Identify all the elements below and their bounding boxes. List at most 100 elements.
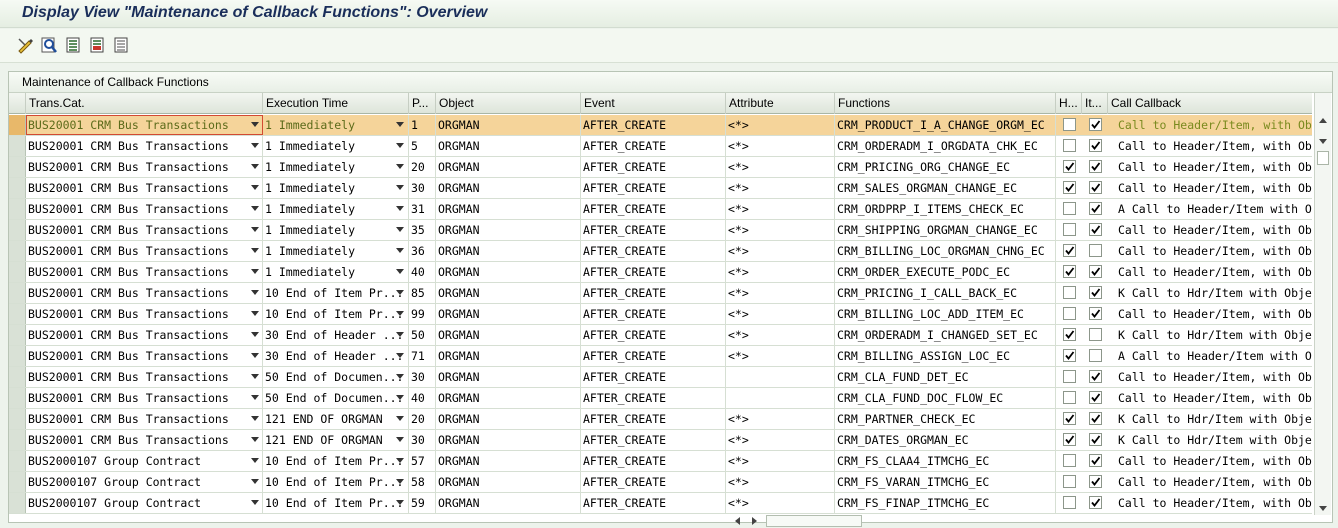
table-row[interactable]: BUS2000107 Group Contract 10 End of Item … bbox=[9, 451, 1312, 472]
position-cell[interactable]: 99 bbox=[409, 304, 436, 324]
call-callback-cell[interactable]: Call to Header/Item, with Ob bbox=[1117, 178, 1312, 198]
attribute-cell[interactable]: <*> bbox=[726, 472, 835, 492]
attribute-cell[interactable]: <*> bbox=[726, 220, 835, 240]
item-flag-checkbox[interactable] bbox=[1089, 118, 1102, 131]
object-cell[interactable]: ORGMAN bbox=[436, 367, 581, 387]
header-flag-checkbox[interactable] bbox=[1063, 160, 1076, 173]
row-selector[interactable] bbox=[9, 472, 26, 492]
dropdown-arrow-icon[interactable] bbox=[396, 479, 404, 484]
dropdown-arrow-icon[interactable] bbox=[396, 122, 404, 127]
trans-cat-cell[interactable]: BUS20001 CRM Bus Transactions bbox=[26, 283, 263, 303]
dropdown-arrow-icon[interactable] bbox=[251, 374, 259, 379]
trans-cat-cell[interactable]: BUS20001 CRM Bus Transactions bbox=[26, 136, 263, 156]
trans-cat-cell[interactable]: BUS20001 CRM Bus Transactions bbox=[26, 115, 263, 135]
position-cell[interactable]: 57 bbox=[409, 451, 436, 471]
dropdown-arrow-icon[interactable] bbox=[396, 185, 404, 190]
dropdown-arrow-icon[interactable] bbox=[251, 122, 259, 127]
object-cell[interactable]: ORGMAN bbox=[436, 472, 581, 492]
call-callback-cell[interactable]: K Call to Hdr/Item with Objec bbox=[1117, 283, 1312, 303]
item-flag-checkbox[interactable] bbox=[1089, 349, 1102, 362]
execution-time-cell[interactable]: 1 Immediately bbox=[263, 157, 409, 177]
call-callback-cell[interactable]: K Call to Hdr/Item with Objec bbox=[1117, 409, 1312, 429]
item-flag-checkbox[interactable] bbox=[1089, 433, 1102, 446]
event-cell[interactable]: AFTER_CREATE bbox=[581, 136, 726, 156]
table-row[interactable]: BUS20001 CRM Bus Transactions 30 End of H… bbox=[9, 346, 1312, 367]
dropdown-arrow-icon[interactable] bbox=[251, 395, 259, 400]
event-cell[interactable]: AFTER_CREATE bbox=[581, 493, 726, 513]
dropdown-arrow-icon[interactable] bbox=[251, 143, 259, 148]
header-flag-checkbox[interactable] bbox=[1063, 391, 1076, 404]
attribute-cell[interactable]: <*> bbox=[726, 199, 835, 219]
dropdown-arrow-icon[interactable] bbox=[396, 395, 404, 400]
attribute-cell[interactable]: <*> bbox=[726, 178, 835, 198]
header-flag-checkbox[interactable] bbox=[1063, 370, 1076, 383]
call-callback-cell[interactable]: K Call to Hdr/Item with Objec bbox=[1117, 325, 1312, 345]
col-header-execution-time[interactable]: Execution Time bbox=[263, 93, 409, 114]
trans-cat-cell[interactable]: BUS20001 CRM Bus Transactions bbox=[26, 409, 263, 429]
execution-time-cell[interactable]: 1 Immediately bbox=[263, 136, 409, 156]
trans-cat-cell[interactable]: BUS20001 CRM Bus Transactions bbox=[26, 346, 263, 366]
position-cell[interactable]: 30 bbox=[409, 430, 436, 450]
call-callback-cell[interactable]: A Call to Header/Item with Ob bbox=[1117, 199, 1312, 219]
dropdown-arrow-icon[interactable] bbox=[251, 185, 259, 190]
col-header-position[interactable]: P... bbox=[409, 93, 436, 114]
dropdown-arrow-icon[interactable] bbox=[396, 206, 404, 211]
execution-time-cell[interactable]: 1 Immediately bbox=[263, 178, 409, 198]
object-cell[interactable]: ORGMAN bbox=[436, 493, 581, 513]
item-flag-checkbox[interactable] bbox=[1089, 370, 1102, 383]
event-cell[interactable]: AFTER_CREATE bbox=[581, 451, 726, 471]
scroll-thumb[interactable] bbox=[1317, 151, 1329, 165]
position-cell[interactable]: 20 bbox=[409, 409, 436, 429]
event-cell[interactable]: AFTER_CREATE bbox=[581, 409, 726, 429]
deselect-all-icon[interactable] bbox=[112, 36, 130, 54]
table-row[interactable]: BUS20001 CRM Bus Transactions 1 Immediate… bbox=[9, 178, 1312, 199]
position-cell[interactable]: 30 bbox=[409, 178, 436, 198]
dropdown-arrow-icon[interactable] bbox=[251, 332, 259, 337]
trans-cat-cell[interactable]: BUS20001 CRM Bus Transactions bbox=[26, 199, 263, 219]
header-flag-checkbox[interactable] bbox=[1063, 118, 1076, 131]
function-cell[interactable]: CRM_DATES_ORGMAN_EC bbox=[835, 430, 1056, 450]
position-cell[interactable]: 20 bbox=[409, 157, 436, 177]
call-callback-cell[interactable]: Call to Header/Item, with Ob bbox=[1117, 262, 1312, 282]
item-flag-checkbox[interactable] bbox=[1089, 496, 1102, 509]
row-selector[interactable] bbox=[9, 493, 26, 513]
item-flag-checkbox[interactable] bbox=[1089, 265, 1102, 278]
col-header-attribute[interactable]: Attribute bbox=[726, 93, 835, 114]
object-cell[interactable]: ORGMAN bbox=[436, 220, 581, 240]
display-change-icon[interactable] bbox=[17, 36, 35, 54]
function-cell[interactable]: CRM_SALES_ORGMAN_CHANGE_EC bbox=[835, 178, 1056, 198]
header-flag-checkbox[interactable] bbox=[1063, 181, 1076, 194]
dropdown-arrow-icon[interactable] bbox=[396, 437, 404, 442]
col-header-call-callback[interactable]: Call Callback bbox=[1108, 93, 1312, 114]
position-cell[interactable]: 59 bbox=[409, 493, 436, 513]
event-cell[interactable]: AFTER_CREATE bbox=[581, 262, 726, 282]
row-selector[interactable] bbox=[9, 241, 26, 261]
attribute-cell[interactable]: <*> bbox=[726, 262, 835, 282]
row-selector[interactable] bbox=[9, 430, 26, 450]
item-flag-checkbox[interactable] bbox=[1089, 454, 1102, 467]
header-flag-checkbox[interactable] bbox=[1063, 454, 1076, 467]
event-cell[interactable]: AFTER_CREATE bbox=[581, 430, 726, 450]
function-cell[interactable]: CRM_CLA_FUND_DET_EC bbox=[835, 367, 1056, 387]
object-cell[interactable]: ORGMAN bbox=[436, 388, 581, 408]
header-flag-checkbox[interactable] bbox=[1063, 412, 1076, 425]
dropdown-arrow-icon[interactable] bbox=[251, 458, 259, 463]
event-cell[interactable]: AFTER_CREATE bbox=[581, 472, 726, 492]
row-selector[interactable] bbox=[9, 283, 26, 303]
row-selector[interactable] bbox=[9, 325, 26, 345]
vertical-scrollbar[interactable] bbox=[1314, 93, 1331, 515]
call-callback-cell[interactable]: Call to Header/Item, with Ob bbox=[1117, 220, 1312, 240]
object-cell[interactable]: ORGMAN bbox=[436, 430, 581, 450]
row-selector[interactable] bbox=[9, 136, 26, 156]
attribute-cell[interactable]: <*> bbox=[726, 115, 835, 135]
dropdown-arrow-icon[interactable] bbox=[396, 227, 404, 232]
item-flag-checkbox[interactable] bbox=[1089, 202, 1102, 215]
dropdown-arrow-icon[interactable] bbox=[396, 311, 404, 316]
position-cell[interactable]: 85 bbox=[409, 283, 436, 303]
attribute-cell[interactable]: <*> bbox=[726, 430, 835, 450]
dropdown-arrow-icon[interactable] bbox=[396, 458, 404, 463]
dropdown-arrow-icon[interactable] bbox=[251, 479, 259, 484]
object-cell[interactable]: ORGMAN bbox=[436, 241, 581, 261]
call-callback-cell[interactable]: K Call to Hdr/Item with Objec bbox=[1117, 430, 1312, 450]
header-flag-checkbox[interactable] bbox=[1063, 307, 1076, 320]
